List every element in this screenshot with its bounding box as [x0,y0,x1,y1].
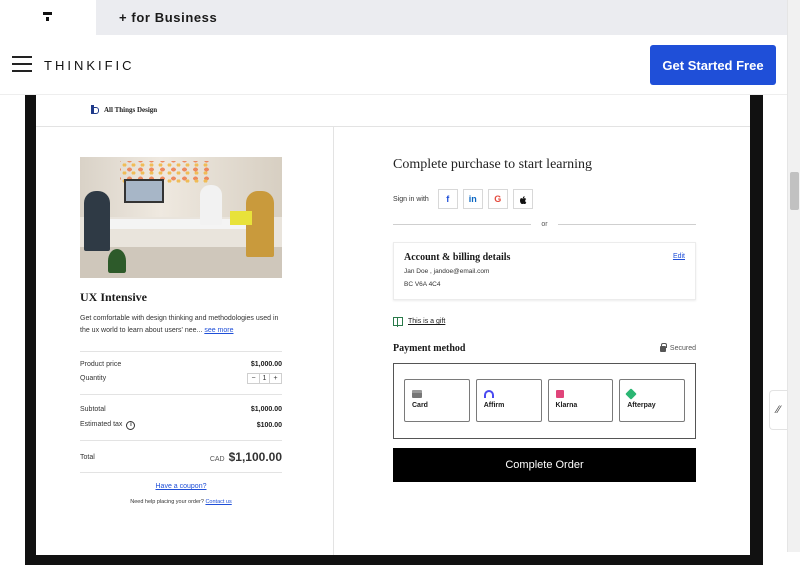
payment-method-afterpay[interactable]: Afterpay [619,379,685,422]
help-row: Need help placing your order? Contact us [130,499,232,505]
have-coupon-link[interactable]: Have a coupon? [156,483,207,490]
this-is-a-gift-link[interactable]: This is a gift [408,318,445,325]
product-price-row: Product price $1,000.00 [80,361,282,368]
account-title: Account & billing details [404,252,511,263]
edit-account-link[interactable]: Edit [673,253,685,260]
apple-icon[interactable] [512,189,533,209]
tax-value: $100.00 [256,422,282,429]
account-name-email: Jan Doe , jandoe@email.com [404,268,490,275]
tab-for-business[interactable]: + for Business [119,10,217,25]
or-divider: or [393,221,697,228]
payment-method-affirm[interactable]: Affirm [475,379,542,422]
course-title: UX Intensive [80,290,148,304]
course-description: Get comfortable with design thinking and… [80,315,279,334]
subtotal-value: $1,000.00 [250,406,282,413]
payment-method-klarna[interactable]: Klarna [547,379,614,422]
quantity-increment-button[interactable]: + [270,374,281,383]
side-feedback-handle[interactable]: ⁄⁄ [769,390,787,430]
payment-methods: Card Affirm Klarna Afterpay [393,363,696,439]
course-image [80,157,282,278]
top-tab-strip: + for Business [0,0,787,35]
column-divider [333,127,334,555]
contact-us-link[interactable]: Contact us [205,499,231,505]
school-logo-icon [91,105,99,114]
gift-option[interactable]: This is a gift [393,317,696,327]
payment-header: Payment method Secured [393,342,696,354]
google-icon[interactable]: G [487,189,508,209]
quantity-stepper[interactable]: − 1 + [247,373,282,384]
scrollbar-thumb[interactable] [790,172,799,210]
card-icon [412,390,422,398]
secured-badge: Secured [659,342,696,352]
afterpay-icon [625,388,637,400]
get-started-free-button[interactable]: Get Started Free [650,45,776,85]
social-sign-in: Sign in with f in G [393,189,696,209]
subtotal-row: Subtotal $1,000.00 [80,406,282,413]
vertical-scrollbar[interactable] [787,0,800,552]
checkout-header: All Things Design [36,95,750,127]
linkedin-icon[interactable]: in [462,189,483,209]
see-more-link[interactable]: see more [204,327,233,334]
thinkific-logo[interactable]: THINKIFIC [44,58,135,73]
school-name: All Things Design [104,105,158,114]
site-header: THINKIFIC Get Started Free [0,35,787,95]
tab-home[interactable] [0,0,96,35]
quantity-value[interactable]: 1 [259,374,270,383]
complete-order-button[interactable]: Complete Order [393,448,696,482]
school-brand[interactable]: All Things Design [91,105,157,114]
gift-icon [393,317,403,327]
total-value: $1,100.00 [228,450,282,464]
klarna-icon [555,390,564,398]
tax-row: Estimated tax i $100.00 [80,421,282,430]
product-price: $1,000.00 [250,361,282,368]
account-postal: BC V6A 4C4 [404,280,441,288]
lock-icon [659,342,667,352]
hamburger-menu-icon[interactable] [12,55,32,73]
checkout-title: Complete purchase to start learning [393,157,593,172]
order-summary: UX Intensive Get comfortable with design… [80,157,282,505]
coupon-row: Have a coupon? [80,483,282,490]
side-handle-icon: ⁄⁄ [776,404,781,416]
quantity-row: Quantity − 1 + [80,373,282,384]
currency-code: CAD [209,456,225,463]
payment-method-card[interactable]: Card [404,379,470,422]
affirm-icon [483,390,494,398]
total-row: Total CAD $1,100.00 [80,450,282,464]
payment-title: Payment method [393,343,466,354]
checkout-screen: All Things Design UX Intensive Get comfo… [36,95,750,555]
info-icon[interactable]: i [126,421,136,430]
quantity-decrement-button[interactable]: − [248,374,259,383]
checkout-form: Complete purchase to start learning Sign… [393,157,697,482]
account-billing-card: Account & billing details Edit Jan Doe ,… [393,242,696,300]
facebook-icon[interactable]: f [437,189,458,209]
thinkific-mark-icon [43,12,52,22]
